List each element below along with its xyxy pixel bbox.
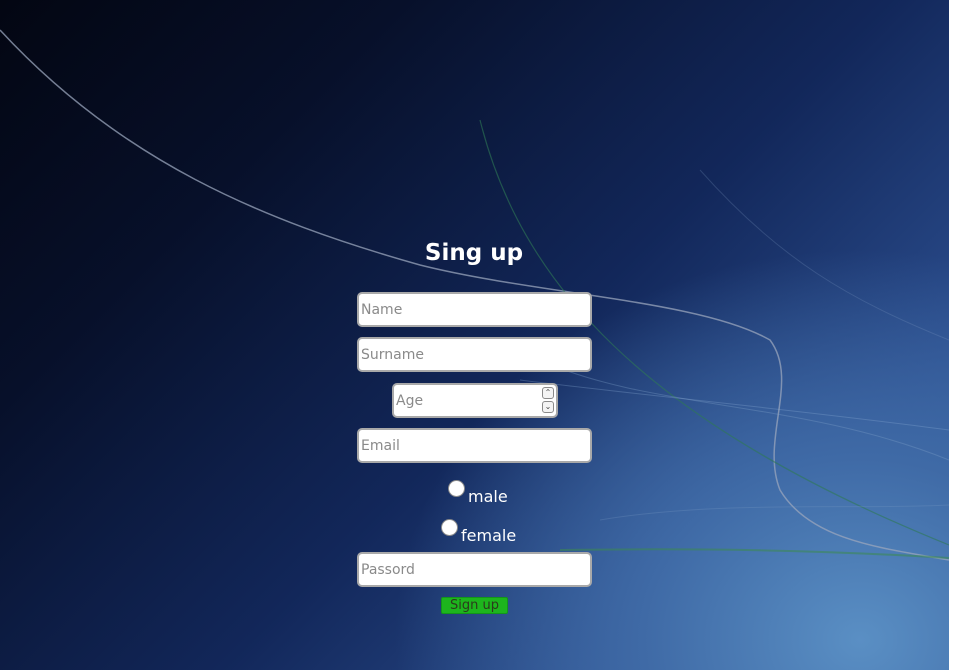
chevron-up-icon[interactable]: ⌃ [542, 387, 554, 399]
form-title: Sing up [424, 240, 524, 266]
chevron-down-icon[interactable]: ⌄ [542, 401, 554, 413]
sign-up-button[interactable]: Sign up [441, 597, 508, 614]
male-label: male [468, 487, 508, 506]
name-input[interactable] [357, 292, 592, 327]
gender-option-male[interactable]: male [448, 480, 508, 506]
age-stepper: ⌃ ⌄ [542, 387, 554, 413]
surname-input[interactable] [357, 337, 592, 372]
email-input[interactable] [357, 428, 592, 463]
female-label: female [461, 526, 517, 545]
password-input[interactable] [357, 552, 592, 587]
gender-option-female[interactable]: female [441, 519, 516, 545]
age-field: ⌃ ⌄ [392, 383, 558, 418]
male-radio[interactable] [448, 480, 465, 497]
age-input[interactable] [392, 383, 558, 418]
female-radio[interactable] [441, 519, 458, 536]
signup-form: Sing up ⌃ ⌄ male female Sign up [0, 0, 949, 670]
page-background: Sing up ⌃ ⌄ male female Sign up [0, 0, 949, 670]
